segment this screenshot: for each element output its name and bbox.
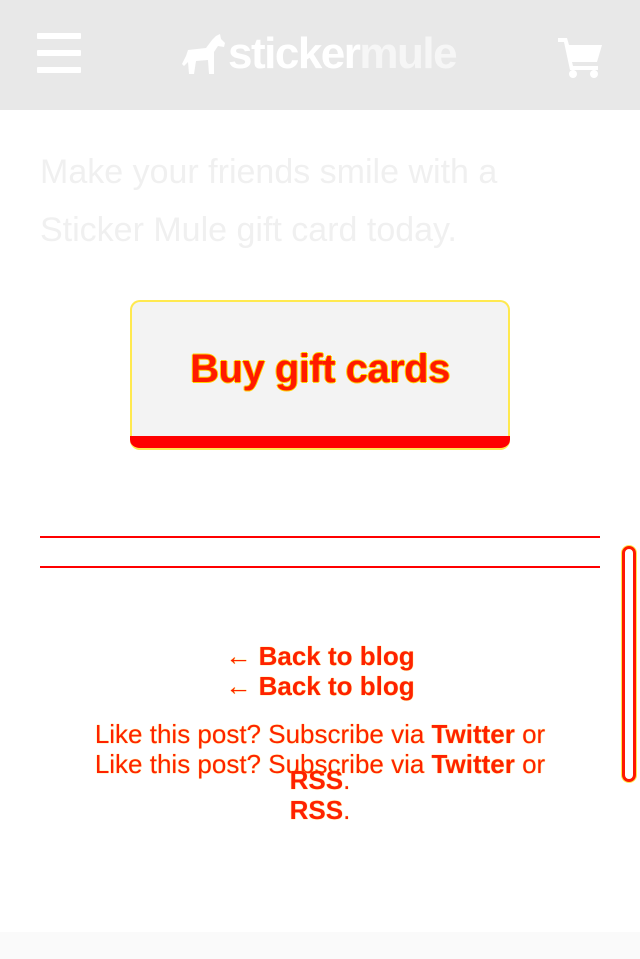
rss-link[interactable]: RSS [290, 765, 343, 795]
logo-text-mule: mule [359, 29, 457, 78]
divider-bottom [40, 566, 600, 568]
back-to-blog-link[interactable]: ← Back to blog [0, 641, 640, 672]
divider-top [40, 536, 600, 538]
buy-gift-cards-label: Buy gift cards [190, 347, 450, 391]
rss-line: RSS. [0, 765, 640, 796]
rss-link-echo[interactable]: RSS [290, 795, 343, 825]
subscribe-or: or [514, 719, 546, 749]
twitter-link[interactable]: Twitter [432, 719, 515, 749]
rss-period-echo: . [343, 795, 351, 825]
header: stickermule [0, 0, 640, 110]
rss-period: . [343, 765, 351, 795]
back-to-blog-label-echo: ← Back to blog [225, 671, 415, 701]
menu-icon[interactable] [37, 33, 81, 73]
logo-text-sticker: sticker [228, 29, 361, 78]
back-to-blog-label: ← Back to blog [225, 641, 415, 671]
subscribe-text: Like this post? Subscribe via Twitter or [0, 719, 640, 750]
rss-line-echo: RSS. [0, 795, 640, 826]
cart-icon[interactable] [556, 34, 604, 78]
gift-card-promo-text: Make your friends smile with a Sticker M… [40, 153, 498, 249]
bottom-band [0, 932, 640, 959]
button-underbar [130, 436, 510, 450]
logo[interactable]: stickermule [180, 26, 458, 82]
subscribe-prefix: Like this post? Subscribe via [94, 719, 432, 749]
mule-logo-icon [182, 34, 225, 74]
back-to-blog-link-echo[interactable]: ← Back to blog [0, 671, 640, 702]
